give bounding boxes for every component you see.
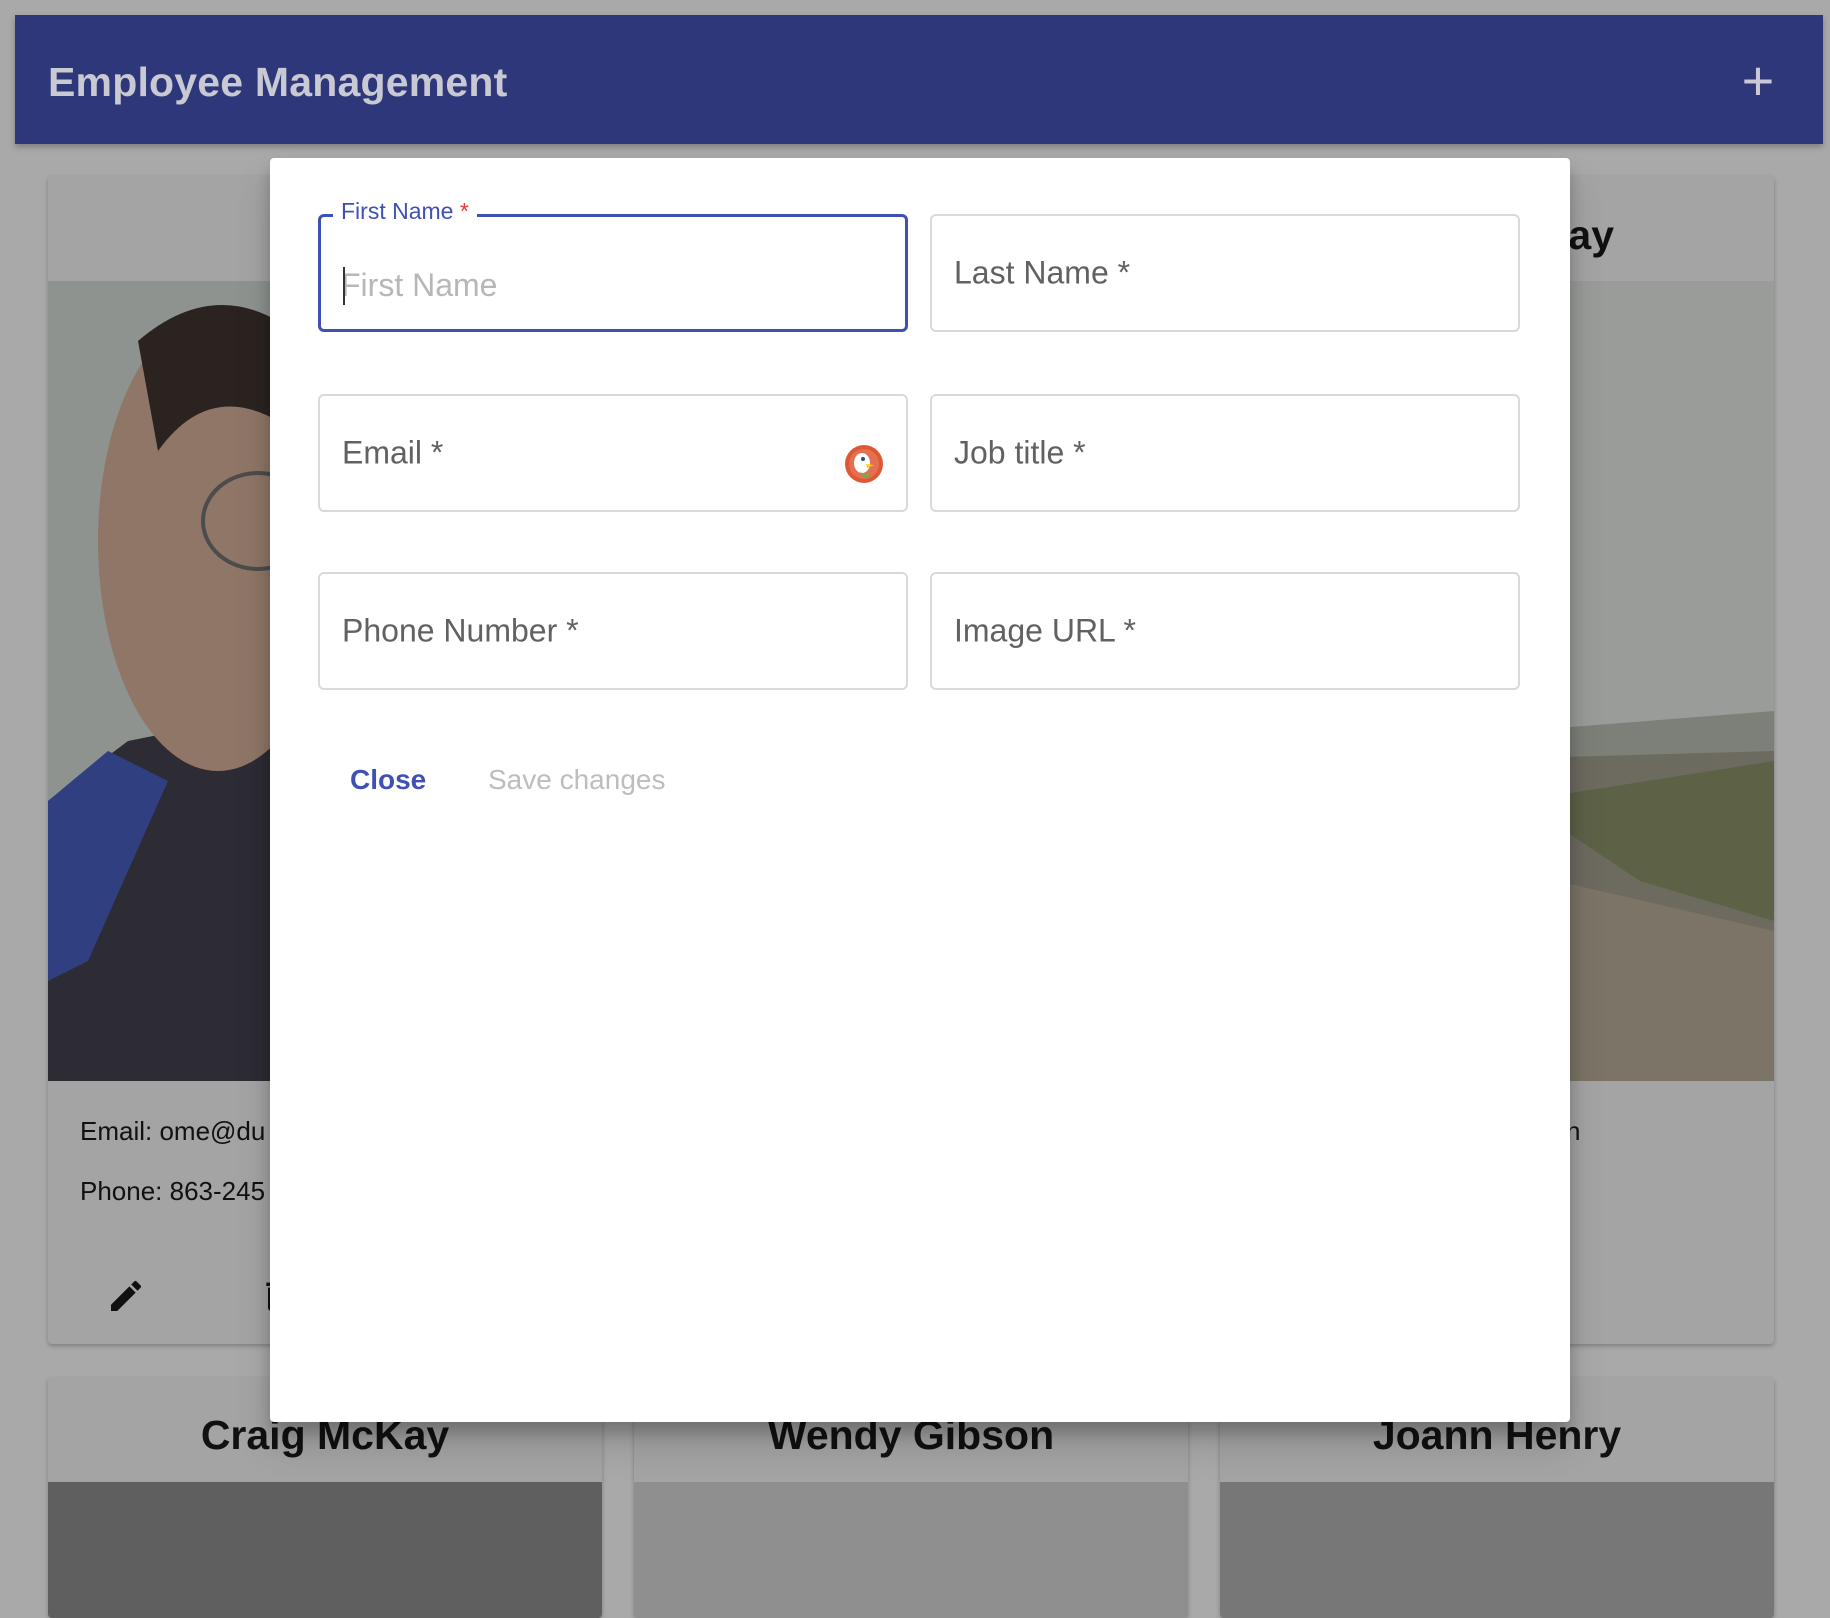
employee-photo	[1220, 1482, 1774, 1618]
job-title-label: Job title *	[954, 434, 1086, 471]
close-button[interactable]: Close	[330, 754, 446, 806]
last-name-field[interactable]: Last Name *	[930, 214, 1520, 332]
phone-number-field[interactable]: Phone Number *	[318, 572, 908, 690]
first-name-label: First Name *	[333, 198, 477, 225]
first-name-field[interactable]: First Name *	[318, 198, 908, 332]
employee-photo	[634, 1482, 1188, 1618]
email-field[interactable]: Email *	[318, 394, 908, 512]
email-label: Email *	[342, 434, 444, 471]
card-email: Email: ome@du	[80, 1116, 266, 1146]
edit-button[interactable]	[106, 1276, 146, 1316]
duckduckgo-icon	[845, 445, 883, 483]
phone-number-label: Phone Number *	[342, 612, 579, 649]
employee-photo	[48, 1482, 602, 1618]
text-caret	[343, 267, 345, 305]
required-asterisk: *	[459, 198, 469, 224]
first-name-input[interactable]	[341, 261, 881, 309]
add-employee-dialog: First Name * Last Name * Email * Job tit…	[270, 158, 1570, 1422]
add-employee-button[interactable]: +	[1733, 53, 1783, 109]
job-title-field[interactable]: Job title *	[930, 394, 1520, 512]
duckduckgo-autofill-icon[interactable]	[844, 444, 884, 484]
app-title: Employee Management	[48, 59, 508, 105]
app-bar: Employee Management +	[15, 15, 1823, 144]
card-phone: Phone: 863-245	[80, 1176, 266, 1206]
plus-icon: +	[1741, 49, 1775, 112]
image-url-label: Image URL *	[954, 612, 1136, 649]
last-name-label: Last Name *	[954, 254, 1131, 291]
save-changes-button[interactable]: Save changes	[468, 754, 685, 806]
pencil-icon	[111, 1280, 142, 1311]
image-url-field[interactable]: Image URL *	[930, 572, 1520, 690]
